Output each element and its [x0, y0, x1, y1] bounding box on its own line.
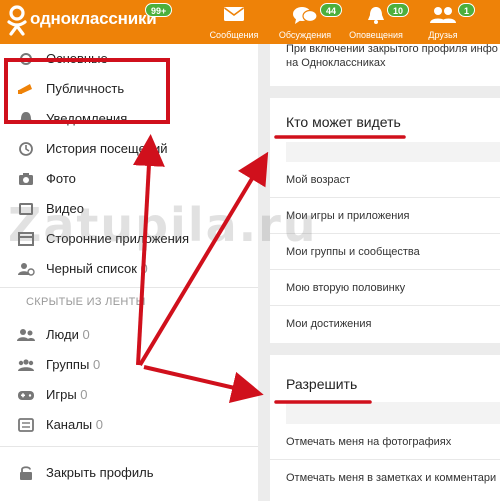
nav-messages[interactable]: Сообщения — [205, 0, 263, 44]
sidebar-item-label: Основные — [46, 51, 108, 66]
people-icon — [17, 329, 35, 341]
sidebar-divider — [0, 446, 258, 447]
settings-icon — [20, 53, 32, 65]
lock-icon — [20, 466, 32, 480]
row-divider — [270, 269, 500, 270]
sidebar-divider — [0, 287, 258, 288]
discussions-badge: 44 — [320, 3, 343, 17]
ok-logo-icon[interactable] — [4, 4, 30, 38]
close-profile-link[interactable]: Закрыть профиль — [0, 458, 258, 488]
nav-messages-label: Сообщения — [209, 30, 259, 40]
row-divider — [270, 459, 500, 460]
intro-line-2: на Одноклассниках — [286, 57, 386, 69]
sidebar-item-publicity[interactable]: Публичность — [0, 74, 258, 104]
channels-icon — [18, 418, 34, 432]
sidebar-item-label: Фото — [46, 171, 76, 186]
nav-notifications-label: Оповещения — [349, 30, 403, 40]
groups-icon — [18, 359, 34, 371]
brand-name[interactable]: одноклассники — [30, 9, 157, 29]
sidebar-item-label: Публичность — [46, 81, 125, 96]
nav-friends-label: Друзья — [428, 30, 458, 40]
camera-icon — [19, 173, 33, 185]
sidebar-item-label: Люди 0 — [46, 327, 90, 342]
history-icon — [19, 142, 33, 156]
sidebar-item-label: Уведомления — [46, 111, 128, 126]
friends-icon — [430, 7, 456, 23]
bell-icon — [19, 112, 33, 123]
sidebar-item-label: Черный список 0 — [46, 261, 148, 276]
brand-badge: 99+ — [145, 3, 173, 17]
settings-sidebar: Основные Публичность Уведомления История… — [0, 44, 258, 501]
allow-row-notes[interactable]: Отмечать меня в заметках и комментари — [286, 472, 496, 484]
sidebar-item-groups[interactable]: Группы 0 — [0, 350, 258, 380]
sidebar-item-blacklist[interactable]: Черный список 0 — [0, 254, 258, 284]
friends-badge: 1 — [458, 3, 476, 17]
sidebar-item-photo[interactable]: Фото — [0, 164, 258, 194]
allow-row-photos[interactable]: Отмечать меня на фотографиях — [286, 436, 451, 448]
nav-discussions-label: Обсуждения — [278, 30, 332, 40]
megaphone-icon — [18, 84, 32, 94]
section-spacer — [286, 142, 500, 162]
bell-icon — [368, 7, 384, 24]
notifications-badge: 10 — [387, 3, 410, 17]
sidebar-item-history[interactable]: История посещений — [0, 134, 258, 164]
section-spacer — [286, 402, 500, 424]
privacy-row-partner[interactable]: Мою вторую половинку — [286, 282, 405, 294]
blocked-user-icon — [18, 263, 35, 276]
chat-bubbles-icon — [293, 7, 318, 24]
layout-gutter — [258, 44, 270, 501]
row-divider — [270, 305, 500, 306]
hidden-section-title: СКРЫТЫЕ ИЗ ЛЕНТЫ — [26, 296, 146, 308]
close-profile-label: Закрыть профиль — [46, 465, 154, 480]
watermark-text: Zatupila.ru — [8, 198, 318, 252]
privacy-panel: Кто может видеть Мой возраст Мои игры и … — [270, 98, 500, 501]
privacy-row-age[interactable]: Мой возраст — [286, 174, 350, 186]
sidebar-item-channels[interactable]: Каналы 0 — [0, 410, 258, 440]
blacklist-count: 0 — [140, 261, 148, 276]
privacy-row-achievements[interactable]: Мои достижения — [286, 318, 371, 330]
allow-title: Разрешить — [286, 376, 358, 392]
sidebar-item-label: История посещений — [46, 141, 168, 156]
sidebar-item-label: Группы 0 — [46, 357, 101, 372]
sidebar-item-label: Игры 0 — [46, 387, 88, 402]
intro-panel: При включении закрытого профиля инфо на … — [270, 43, 500, 86]
sidebar-item-people[interactable]: Люди 0 — [0, 320, 258, 350]
sidebar-item-notifications[interactable]: Уведомления — [0, 104, 258, 134]
sidebar-item-games[interactable]: Игры 0 — [0, 380, 258, 410]
sidebar-item-label: Каналы 0 — [46, 417, 104, 432]
envelope-icon — [224, 7, 244, 21]
gamepad-icon — [18, 391, 34, 400]
who-can-see-title: Кто может видеть — [286, 114, 401, 130]
sidebar-item-general[interactable]: Основные — [0, 44, 258, 74]
top-bar: одноклассники 99+ Сообщения Обсуждения 4… — [0, 0, 500, 44]
panel-gap — [270, 343, 500, 355]
